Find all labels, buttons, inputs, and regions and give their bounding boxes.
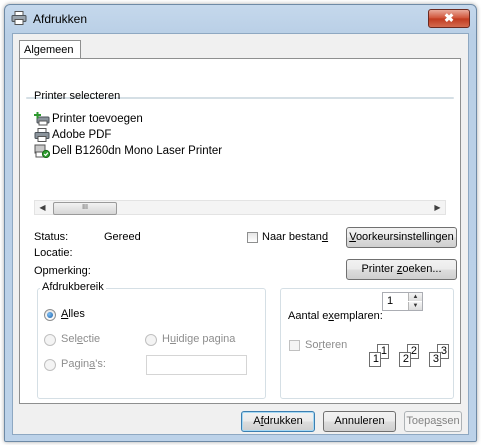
printer-name: Dell B1260dn Mono Laser Printer xyxy=(52,145,223,157)
print-to-file-checkbox[interactable] xyxy=(247,232,258,243)
page-range-label: Afdrukbereik xyxy=(40,281,106,293)
tab-general[interactable]: Algemeen xyxy=(19,40,81,58)
collate-page: 2 xyxy=(399,352,411,367)
dialog-footer: Afdrukken Annuleren Toepassen xyxy=(13,404,468,434)
copies-spinner[interactable]: 1 ▲ ▼ xyxy=(382,292,423,311)
printer-list[interactable]: Printer toevoegen Adobe PDF Dell B1260dn… xyxy=(34,111,446,181)
collate-label[interactable]: Sorteren xyxy=(305,339,347,351)
collate-page: 3 xyxy=(429,352,441,367)
pages-input[interactable] xyxy=(146,355,247,375)
range-current-page-radio[interactable] xyxy=(145,334,157,346)
range-pages-radio[interactable] xyxy=(44,359,56,371)
find-printer-button[interactable]: Printer zoeken... xyxy=(346,259,457,280)
range-pages-label[interactable]: Pagina's: xyxy=(61,358,106,370)
dialog-client: Algemeen Printer selecteren Printer toev… xyxy=(12,33,469,435)
printer-item-dell[interactable]: Dell B1260dn Mono Laser Printer xyxy=(34,143,446,159)
comment-label: Opmerking: xyxy=(34,265,91,277)
spin-down-icon[interactable]: ▼ xyxy=(408,302,422,310)
printer-list-scrollbar[interactable]: ◀ III ▶ xyxy=(34,200,446,215)
scroll-right-icon[interactable]: ▶ xyxy=(430,201,445,214)
range-selection-radio[interactable] xyxy=(44,334,56,346)
print-to-file-label[interactable]: Naar bestand xyxy=(262,231,328,243)
scroll-thumb[interactable]: III xyxy=(53,202,117,215)
printer-name: Adobe PDF xyxy=(52,129,112,141)
range-all-label[interactable]: Alles xyxy=(61,308,85,320)
tab-general-label: Algemeen xyxy=(24,44,74,56)
range-all-radio[interactable] xyxy=(44,309,56,321)
add-printer-icon xyxy=(34,112,50,126)
collate-checkbox[interactable] xyxy=(289,340,300,351)
printer-name: Printer toevoegen xyxy=(52,113,143,125)
window-title: Afdrukken xyxy=(33,12,88,26)
cancel-button[interactable]: Annuleren xyxy=(323,411,396,432)
printer-icon xyxy=(34,128,50,142)
range-current-page-label[interactable]: Huidige pagina xyxy=(162,333,235,345)
location-label: Locatie: xyxy=(34,247,73,259)
apply-button[interactable]: Toepassen xyxy=(404,411,462,432)
status-value: Gereed xyxy=(104,231,141,243)
collate-illustration: 1 1 2 2 3 3 xyxy=(365,340,457,380)
printer-select-label: Printer selecteren xyxy=(34,90,121,102)
range-selection-label[interactable]: Selectie xyxy=(61,333,100,345)
title-bar: Afdrukken ✖ xyxy=(5,5,476,33)
printer-item-adobe-pdf[interactable]: Adobe PDF xyxy=(34,127,446,143)
spin-up-icon[interactable]: ▲ xyxy=(408,293,422,301)
close-icon: ✖ xyxy=(443,11,455,25)
printer-icon xyxy=(11,11,27,25)
scroll-left-icon[interactable]: ◀ xyxy=(35,201,50,214)
scroll-grip-icon: III xyxy=(82,204,88,211)
status-label: Status: xyxy=(34,231,69,243)
close-button[interactable]: ✖ xyxy=(428,9,470,28)
default-printer-icon xyxy=(34,144,50,158)
collate-page: 1 xyxy=(369,352,381,367)
print-button[interactable]: Afdrukken xyxy=(241,411,315,432)
printer-item-add[interactable]: Printer toevoegen xyxy=(34,111,446,127)
copies-value[interactable]: 1 xyxy=(387,295,393,307)
preferences-button[interactable]: Voorkeursinstellingen xyxy=(346,227,457,248)
print-dialog: Afdrukken ✖ Algemeen Printer selecteren xyxy=(4,4,477,442)
copies-label: Aantal exemplaren: xyxy=(288,310,383,322)
